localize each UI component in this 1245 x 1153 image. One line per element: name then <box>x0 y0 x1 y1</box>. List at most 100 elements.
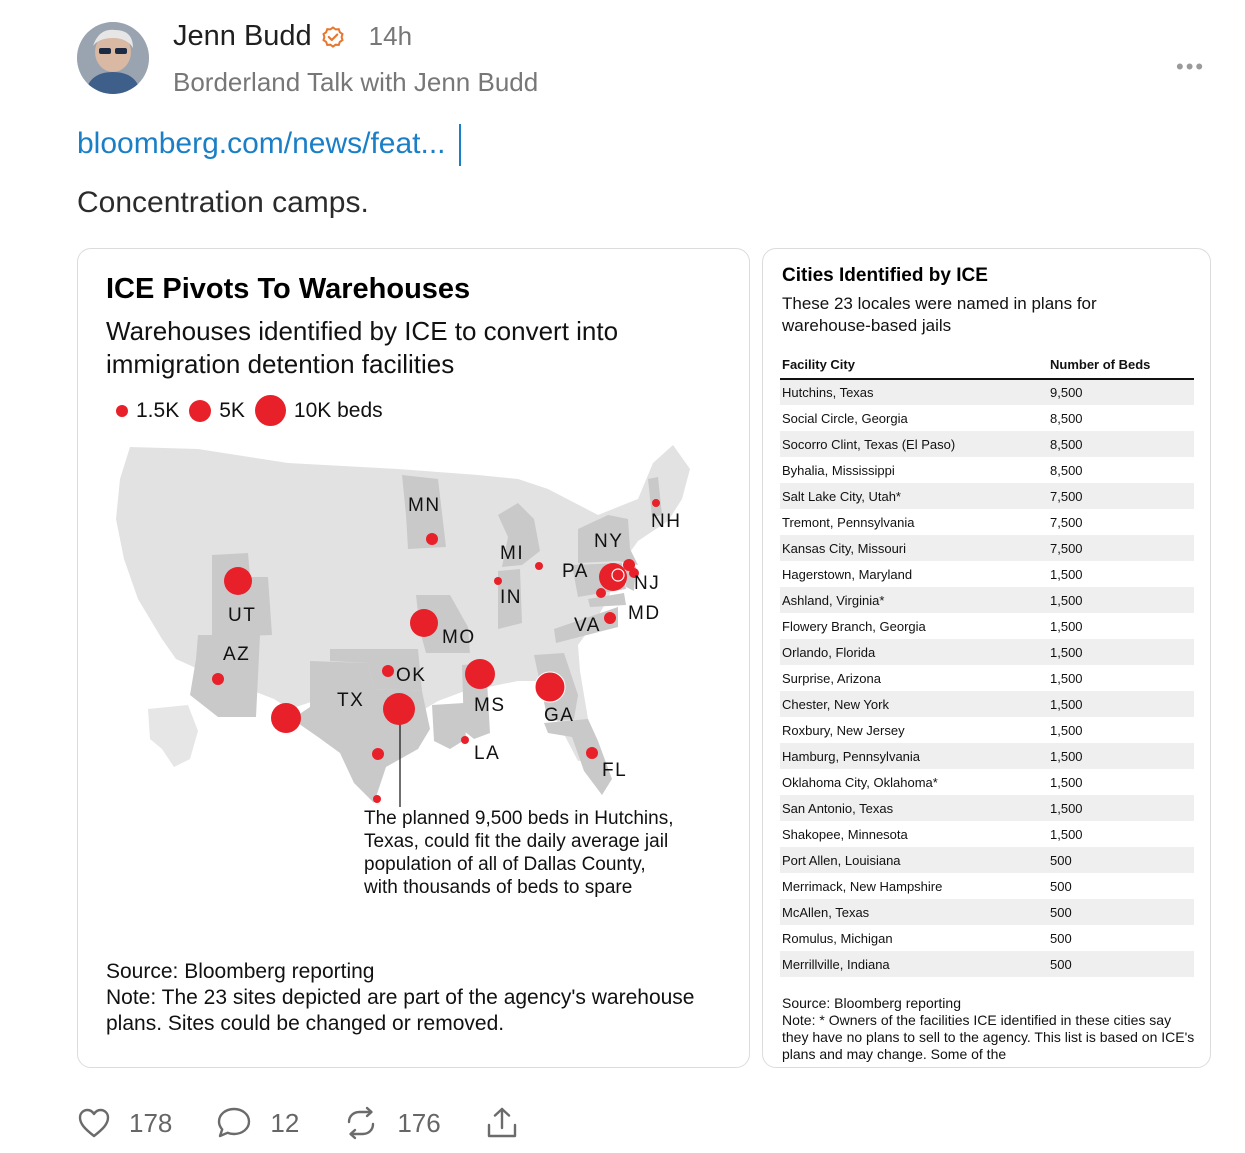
table-row: Shakopee, Minnesota 1,500 <box>780 821 1194 847</box>
map-image-card[interactable]: ICE Pivots To Warehouses Warehouses iden… <box>77 248 750 1068</box>
author-avatar[interactable] <box>77 22 149 94</box>
table-title: Cities Identified by ICE <box>782 265 988 286</box>
table-header-row: Facility City Number of Beds <box>780 353 1194 380</box>
cell-city: Hamburg, Pennsylvania <box>780 743 1048 769</box>
cell-beds: 1,500 <box>1048 587 1194 613</box>
marker-hagerstown <box>596 588 606 598</box>
map-annotation: The planned 9,500 beds in Hutchins, Texa… <box>364 808 674 898</box>
marker-socorro-clint <box>271 703 301 733</box>
map-note: Note: The 23 sites depicted are part of … <box>106 986 695 1035</box>
state-label-mn: MN <box>408 495 441 516</box>
cell-city: Salt Lake City, Utah* <box>780 483 1048 509</box>
table-source: Source: Bloomberg reporting <box>782 995 961 1011</box>
state-label-la: LA <box>474 743 500 764</box>
cell-beds: 8,500 <box>1050 462 1083 478</box>
table-body: Hutchins, Texas 9,500 Social Circle, Georg… <box>780 379 1194 977</box>
like-button[interactable]: 178 <box>77 1107 172 1139</box>
marker-mcallen <box>373 795 381 803</box>
state-label-nh: NH <box>651 511 681 532</box>
cell-city: Hagerstown, Maryland <box>782 566 913 582</box>
post-time: 14h <box>368 21 413 51</box>
publication-name[interactable]: Borderland Talk with Jenn Budd <box>173 67 538 98</box>
more-icon[interactable]: ••• <box>1176 54 1205 80</box>
marker-kansas-city <box>410 609 438 637</box>
comment-button[interactable]: 12 <box>216 1106 299 1140</box>
table-row: Hamburg, Pennsylvania 1,500 <box>780 743 1194 769</box>
alaska <box>148 705 198 767</box>
marker-merrimack <box>652 499 660 507</box>
text-cursor <box>459 124 461 166</box>
table-subtitle: These 23 locales were named in plans for… <box>782 294 1097 335</box>
state-label-ny: NY <box>594 531 623 552</box>
us-map: MN NH NY MI PA NJ IN MD UT VA MO AZ OK T… <box>116 445 690 807</box>
table-row: Socorro Clint, Texas (El Paso) 8,500 <box>780 431 1194 457</box>
table-row: Oklahoma City, Oklahoma* 1,500 <box>780 769 1194 795</box>
cell-beds: 500 <box>1048 951 1194 977</box>
cell-city: McAllen, Texas <box>780 899 1048 925</box>
verified-icon <box>321 25 345 49</box>
cell-beds: 1,500 <box>1050 722 1083 738</box>
state-label-mo: MO <box>442 627 476 648</box>
marker-salt-lake-city <box>224 567 252 595</box>
cell-city: Orlando, Florida <box>780 639 1048 665</box>
state-label-ut: UT <box>228 605 256 626</box>
col-header-beds: Number of Beds <box>1048 353 1194 380</box>
state-label-ms: MS <box>474 695 506 716</box>
table-row: Port Allen, Louisiana 500 <box>780 847 1194 873</box>
marker-surprise <box>212 673 224 685</box>
col-header-city: Facility City <box>780 353 1048 380</box>
table-row: Surprise, Arizona 1,500 <box>780 665 1194 691</box>
table-note: Note: * Owners of the facilities ICE ide… <box>782 1012 1195 1062</box>
marker-san-antonio <box>372 748 384 760</box>
restack-icon <box>348 1106 375 1140</box>
table-row: Kansas City, Missouri 7,500 <box>780 535 1194 561</box>
state-label-ok: OK <box>396 665 426 686</box>
state-label-nj: NJ <box>634 573 660 594</box>
table-row: Roxbury, New Jersey 1,500 <box>780 717 1194 743</box>
cell-city: Hutchins, Texas <box>780 379 1048 405</box>
table-row: Romulus, Michigan 500 <box>780 925 1194 951</box>
cell-city: Byhalia, Mississippi <box>782 462 895 478</box>
article-link[interactable]: bloomberg.com/news/feat... <box>77 127 446 161</box>
cell-beds: 1,500 <box>1050 566 1083 582</box>
table-row: Flowery Branch, Georgia 1,500 <box>780 613 1194 639</box>
state-label-fl: FL <box>602 760 627 781</box>
cell-beds: 8,500 <box>1048 431 1194 457</box>
cell-city: Flowery Branch, Georgia <box>782 618 926 634</box>
cell-city: Ashland, Virginia* <box>780 587 1048 613</box>
like-count: 178 <box>129 1107 173 1138</box>
restack-button[interactable]: 176 <box>343 1106 441 1140</box>
cell-beds: 1,500 <box>1048 691 1194 717</box>
state-shape-la <box>432 703 466 749</box>
restack-count: 176 <box>397 1107 441 1138</box>
marker-merrillville <box>494 577 502 585</box>
marker-hutchins <box>383 693 415 725</box>
author-line: Jenn Budd 14h <box>173 20 412 53</box>
table-image-card[interactable]: Cities Identified by ICE These 23 locale… <box>762 248 1211 1068</box>
share-button[interactable] <box>485 1106 519 1140</box>
table-source-block: Source: Bloomberg reporting Note: * Owne… <box>782 995 1197 1063</box>
author-name[interactable]: Jenn Budd <box>173 20 312 53</box>
marker-tremont <box>599 563 627 591</box>
marker-orlando <box>586 747 598 759</box>
cell-beds: 7,500 <box>1050 514 1083 530</box>
marker-port-allen <box>461 736 469 744</box>
table-row: McAllen, Texas 500 <box>780 899 1194 925</box>
cell-beds: 7,500 <box>1048 535 1194 561</box>
marker-flowery-branch <box>540 681 552 693</box>
post-actions: 178 12 176 <box>77 1106 563 1140</box>
state-label-va: VA <box>574 615 601 636</box>
comment-count: 12 <box>270 1107 300 1138</box>
cell-city: Kansas City, Missouri <box>780 535 1048 561</box>
map-source-block: Source: Bloomberg reporting Note: The 23… <box>106 959 736 1037</box>
facility-table: Facility City Number of Beds Hutchins, T… <box>780 353 1194 977</box>
table-row: Merrimack, New Hampshire 500 <box>780 873 1194 899</box>
cell-beds: 500 <box>1048 899 1194 925</box>
cell-city: Surprise, Arizona <box>782 670 881 686</box>
table-row: Byhalia, Mississippi 8,500 <box>780 457 1194 483</box>
state-label-mi: MI <box>500 543 524 564</box>
cell-beds: 1,500 <box>1048 795 1194 821</box>
cell-city: Shakopee, Minnesota <box>782 826 908 842</box>
cell-city: San Antonio, Texas <box>780 795 1048 821</box>
cell-city: Port Allen, Louisiana <box>780 847 1048 873</box>
